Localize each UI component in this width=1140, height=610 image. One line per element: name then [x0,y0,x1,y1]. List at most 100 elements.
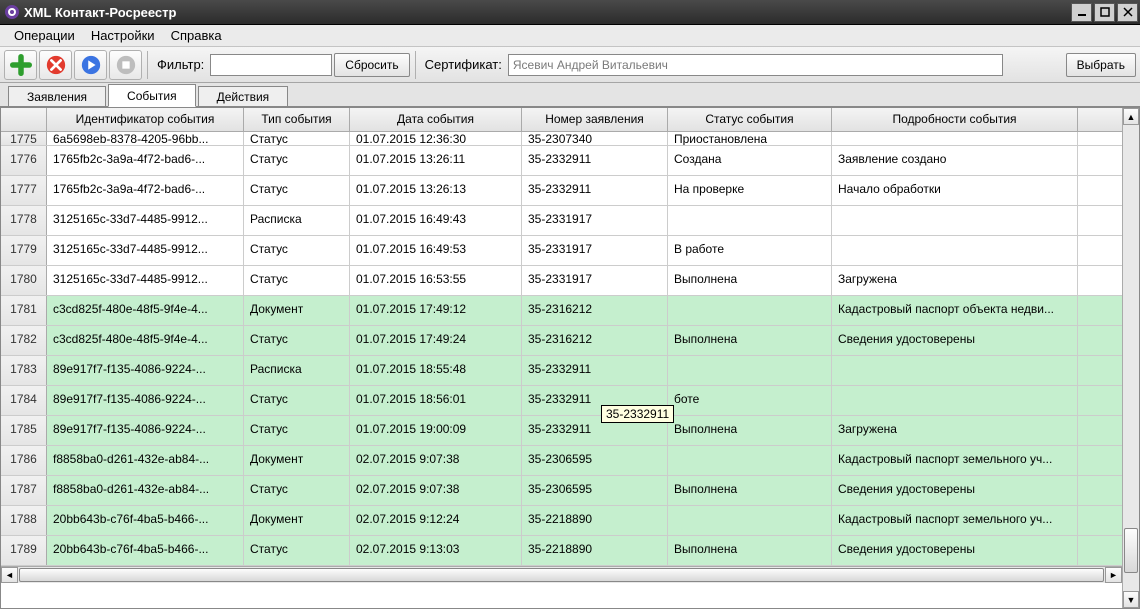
col-header-date[interactable]: Дата события [350,108,522,131]
close-button[interactable] [1117,3,1138,22]
col-header-detail[interactable]: Подробности события [832,108,1078,131]
cell-appno: 35-2331917 [522,266,668,295]
cell-date: 01.07.2015 12:36:30 [350,132,522,145]
menu-help[interactable]: Справка [163,26,230,45]
window-title: XML Контакт-Росреестр [24,5,1071,20]
cell-id: 3125165c-33d7-4485-9912... [47,206,244,235]
cell-date: 01.07.2015 18:56:01 [350,386,522,415]
cell-rownum: 1789 [1,536,47,565]
table-row[interactable]: 17761765fb2c-3a9a-4f72-bad6-...Статус01.… [1,146,1122,176]
cell-status: Выполнена [668,536,832,565]
cell-type: Статус [244,416,350,445]
grid-header-row: Идентификатор события Тип события Дата с… [1,108,1122,132]
cell-appno: 35-2218890 [522,536,668,565]
cell-date: 01.07.2015 16:53:55 [350,266,522,295]
col-header-appno[interactable]: Номер заявления [522,108,668,131]
stop-button[interactable] [109,50,142,80]
cell-date: 01.07.2015 17:49:12 [350,296,522,325]
cell-status [668,446,832,475]
cell-id: 20bb643b-c76f-4ba5-b466-... [47,536,244,565]
hscroll-left-icon[interactable]: ◄ [1,567,18,583]
cell-type: Расписка [244,356,350,385]
tab-actions[interactable]: Действия [198,86,289,106]
cell-date: 01.07.2015 16:49:43 [350,206,522,235]
cell-id: f8858ba0-d261-432e-ab84-... [47,476,244,505]
menubar: Операции Настройки Справка [0,25,1140,47]
cell-appno: 35-2316212 [522,296,668,325]
cell-status: Выполнена [668,266,832,295]
cell-status [668,356,832,385]
cell-detail: Кадастровый паспорт земельного уч... [832,446,1078,475]
cell-type: Статус [244,266,350,295]
vertical-scrollbar[interactable]: ▲ ▼ [1122,108,1139,608]
col-header-status[interactable]: Статус события [668,108,832,131]
table-row[interactable]: 17783125165c-33d7-4485-9912...Расписка01… [1,206,1122,236]
play-button[interactable] [74,50,107,80]
table-row[interactable]: 178820bb643b-c76f-4ba5-b466-...Документ0… [1,506,1122,536]
cell-rownum: 1775 [1,132,47,145]
table-row[interactable]: 178389e917f7-f135-4086-9224-...Расписка0… [1,356,1122,386]
cell-rownum: 1787 [1,476,47,505]
cell-type: Статус [244,476,350,505]
cell-id: 89e917f7-f135-4086-9224-... [47,356,244,385]
cell-date: 01.07.2015 16:49:53 [350,236,522,265]
table-row[interactable]: 17793125165c-33d7-4485-9912...Статус01.0… [1,236,1122,266]
col-header-rownum[interactable] [1,108,47,131]
cell-date: 01.07.2015 19:00:09 [350,416,522,445]
add-button[interactable] [4,50,37,80]
tab-events[interactable]: События [108,84,196,107]
cert-input[interactable] [508,54,1003,76]
col-header-id[interactable]: Идентификатор события [47,108,244,131]
vscroll-down-icon[interactable]: ▼ [1123,591,1139,608]
cell-status: На проверке [668,176,832,205]
cell-id: 20bb643b-c76f-4ba5-b466-... [47,506,244,535]
table-row[interactable]: 178489e917f7-f135-4086-9224-...Статус01.… [1,386,1122,416]
cell-rownum: 1788 [1,506,47,535]
cell-status [668,206,832,235]
vscroll-thumb[interactable] [1124,528,1138,573]
cell-rownum: 1786 [1,446,47,475]
col-header-type[interactable]: Тип события [244,108,350,131]
cell-appno: 35-2331917 [522,236,668,265]
maximize-button[interactable] [1094,3,1115,22]
table-row[interactable]: 1786f8858ba0-d261-432e-ab84-...Документ0… [1,446,1122,476]
hscroll-thumb[interactable] [19,568,1104,582]
vscroll-up-icon[interactable]: ▲ [1123,108,1139,125]
table-row[interactable]: 17756a5698eb-8378-4205-96bb...Статус01.0… [1,132,1122,146]
reset-button[interactable]: Сбросить [334,53,409,77]
table-row[interactable]: 1782c3cd825f-480e-48f5-9f4e-4...Статус01… [1,326,1122,356]
cell-id: f8858ba0-d261-432e-ab84-... [47,446,244,475]
table-row[interactable]: 178589e917f7-f135-4086-9224-...Статус01.… [1,416,1122,446]
cell-rownum: 1777 [1,176,47,205]
cell-status: В работе [668,236,832,265]
cell-id: 3125165c-33d7-4485-9912... [47,266,244,295]
minimize-button[interactable] [1071,3,1092,22]
table-row[interactable]: 1787f8858ba0-d261-432e-ab84-...Статус02.… [1,476,1122,506]
tab-applications[interactable]: Заявления [8,86,106,106]
cell-date: 01.07.2015 18:55:48 [350,356,522,385]
cell-id: c3cd825f-480e-48f5-9f4e-4... [47,296,244,325]
horizontal-scrollbar[interactable]: ◄ ► [1,566,1122,583]
menu-settings[interactable]: Настройки [83,26,163,45]
menu-operations[interactable]: Операции [6,26,83,45]
cell-id: 89e917f7-f135-4086-9224-... [47,416,244,445]
table-row[interactable]: 17803125165c-33d7-4485-9912...Статус01.0… [1,266,1122,296]
cell-id: 1765fb2c-3a9a-4f72-bad6-... [47,176,244,205]
hscroll-right-icon[interactable]: ► [1105,567,1122,583]
cell-type: Статус [244,146,350,175]
cell-id: 89e917f7-f135-4086-9224-... [47,386,244,415]
filter-input[interactable] [210,54,332,76]
cell-type: Статус [244,536,350,565]
cert-label: Сертификат: [425,57,502,72]
choose-button[interactable]: Выбрать [1066,53,1136,77]
cell-rownum: 1782 [1,326,47,355]
cell-appno: 35-2307340 [522,132,668,145]
toolbar: Фильтр: Сбросить Сертификат: Выбрать [0,47,1140,83]
delete-button[interactable] [39,50,72,80]
cell-date: 01.07.2015 13:26:11 [350,146,522,175]
cell-detail: Начало обработки [832,176,1078,205]
table-row[interactable]: 1781c3cd825f-480e-48f5-9f4e-4...Документ… [1,296,1122,326]
table-row[interactable]: 178920bb643b-c76f-4ba5-b466-...Статус02.… [1,536,1122,566]
cell-appno: 35-2306595 [522,476,668,505]
table-row[interactable]: 17771765fb2c-3a9a-4f72-bad6-...Статус01.… [1,176,1122,206]
